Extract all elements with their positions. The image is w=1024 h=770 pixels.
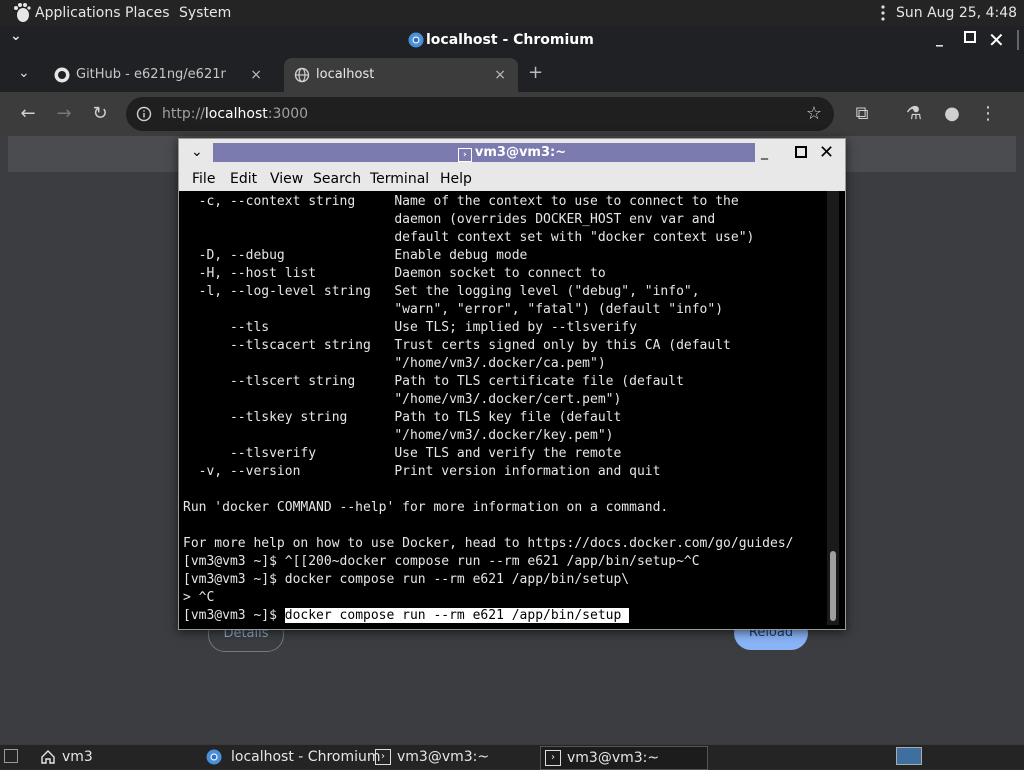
- bottom-panel: vm3 localhost - Chromium › vm3@vm3:~ › v…: [0, 744, 1024, 770]
- taskbar-label: vm3@vm3:~: [397, 749, 490, 765]
- terminal-icon: ›: [457, 148, 472, 162]
- new-tab-button[interactable]: +: [528, 58, 543, 88]
- window-menu-icon[interactable]: ⌄: [10, 28, 22, 44]
- menu-file[interactable]: File: [192, 167, 215, 191]
- minimize-icon[interactable]: _: [761, 139, 768, 165]
- tab-localhost[interactable]: localhost ×: [284, 58, 518, 92]
- workspace-label[interactable]: vm3: [62, 745, 93, 769]
- terminal-line: -H, --host list Daemon socket to connect…: [183, 266, 606, 281]
- back-icon[interactable]: ←: [14, 100, 42, 128]
- address-bar[interactable]: http://localhost:3000 ☆: [126, 97, 834, 131]
- terminal-line: "warn", "error", "fatal") (default "info…: [183, 302, 724, 317]
- terminal-line: [vm3@vm3 ~]$ ^[[200~docker compose run -…: [183, 554, 700, 569]
- browser-window-title: localhost - Chromium: [426, 32, 594, 48]
- terminal-line: -v, --version Print version information …: [183, 464, 661, 479]
- applications-menu[interactable]: Applications: [35, 0, 121, 26]
- menu-view[interactable]: View: [270, 167, 303, 191]
- terminal-line: --tlsverify Use TLS and verify the remot…: [183, 446, 622, 461]
- tab-github[interactable]: GitHub - e621ng/e621ng: e621 ×: [44, 58, 274, 92]
- terminal-line: > ^C: [183, 590, 215, 605]
- terminal-current-command[interactable]: docker compose run --rm e621 /app/bin/se…: [284, 608, 630, 623]
- terminal-scrollbar[interactable]: [827, 191, 839, 625]
- home-icon: [41, 750, 55, 764]
- reload-icon[interactable]: ↻: [86, 100, 114, 128]
- terminal-line: --tls Use TLS; implied by --tlsverify: [183, 320, 637, 335]
- terminal-menubar: File Edit View Search Terminal Help: [179, 167, 845, 191]
- menu-search[interactable]: Search: [313, 167, 361, 191]
- bookmark-star-icon[interactable]: ☆: [806, 97, 822, 131]
- maximize-icon[interactable]: [964, 31, 976, 43]
- browser-titlebar[interactable]: ⌄ localhost - Chromium _ ✕: [0, 26, 1024, 54]
- menu-dots-icon[interactable]: ⋮: [974, 100, 1002, 128]
- profile-icon[interactable]: ●: [938, 100, 966, 128]
- terminal-output[interactable]: -c, --context string Name of the context…: [183, 193, 828, 625]
- chromium-logo-icon: [206, 749, 222, 765]
- menu-edit[interactable]: Edit: [230, 167, 257, 191]
- system-menu[interactable]: System: [179, 0, 231, 26]
- terminal-window: ⌄ › vm3@vm3:~ _ ✕ File Edit View Search T…: [178, 138, 846, 630]
- extensions-icon[interactable]: ⧉: [848, 100, 876, 128]
- taskbar-item-terminal-2[interactable]: › vm3@vm3:~: [540, 746, 708, 770]
- tab-label: GitHub - e621ng/e621ng: e621: [76, 67, 226, 82]
- close-icon[interactable]: ✕: [819, 139, 834, 167]
- workspace-switcher[interactable]: [896, 747, 922, 765]
- tab-close-icon[interactable]: ×: [250, 58, 262, 92]
- window-edge: [1017, 30, 1019, 50]
- taskbar-label: localhost - Chromium: [231, 749, 381, 765]
- show-desktop-icon[interactable]: [4, 749, 18, 763]
- terminal-line: --tlscert string Path to TLS certificate…: [183, 374, 684, 389]
- close-icon[interactable]: ✕: [988, 26, 1005, 54]
- url-scheme: http://: [162, 106, 205, 122]
- terminal-line: "/home/vm3/.docker/key.pem"): [183, 428, 614, 443]
- forward-icon[interactable]: →: [50, 100, 78, 128]
- terminal-titlebar[interactable]: ⌄ › vm3@vm3:~ _ ✕: [179, 139, 845, 167]
- terminal-icon: ›: [545, 750, 561, 766]
- terminal-title: › vm3@vm3:~: [179, 139, 845, 167]
- chromium-logo-icon: [408, 32, 424, 48]
- labs-flask-icon[interactable]: ⚗: [900, 100, 928, 128]
- gnome-foot-icon[interactable]: [10, 2, 32, 24]
- places-menu[interactable]: Places: [125, 0, 170, 26]
- terminal-line: -l, --log-level string Set the logging l…: [183, 284, 700, 299]
- taskbar-item-chromium[interactable]: localhost - Chromium: [206, 746, 381, 768]
- terminal-line: Run 'docker COMMAND --help' for more inf…: [183, 500, 669, 515]
- scrollbar-thumb[interactable]: [830, 551, 836, 621]
- tab-search-icon[interactable]: ⌄: [18, 58, 30, 88]
- globe-icon: [294, 67, 310, 83]
- url-port: :3000: [267, 106, 309, 122]
- terminal-icon: ›: [375, 749, 391, 765]
- terminal-prompt: [vm3@vm3 ~]$: [183, 608, 285, 623]
- terminal-line: -c, --context string Name of the context…: [183, 194, 739, 209]
- top-panel: Applications Places System Sun Aug 25, 4…: [0, 0, 1024, 47]
- terminal-line: -D, --debug Enable debug mode: [183, 248, 528, 263]
- taskbar-label: vm3@vm3:~: [567, 750, 660, 766]
- panel-menu-icon[interactable]: [880, 4, 886, 22]
- maximize-icon[interactable]: [795, 146, 807, 158]
- terminal-title-text: vm3@vm3:~: [474, 145, 567, 160]
- url-text: http://localhost:3000: [162, 97, 308, 131]
- tab-strip: ⌄ GitHub - e621ng/e621ng: e621 × localho…: [0, 54, 1024, 92]
- terminal-line: daemon (overrides DOCKER_HOST env var an…: [183, 212, 716, 227]
- terminal-line: default context set with "docker context…: [183, 230, 755, 245]
- terminal-line: "/home/vm3/.docker/ca.pem"): [183, 356, 606, 371]
- terminal-line: --tlskey string Path to TLS key file (de…: [183, 410, 622, 425]
- menu-terminal[interactable]: Terminal: [370, 167, 429, 191]
- minimize-icon[interactable]: _: [936, 26, 943, 52]
- terminal-prompt-line[interactable]: [vm3@vm3 ~]$ docker compose run --rm e62…: [183, 607, 828, 625]
- tab-label: localhost: [316, 67, 375, 82]
- browser-toolbar: ← → ↻ http://localhost:3000 ☆ ⧉ ⚗ ● ⋮: [0, 92, 1024, 136]
- info-icon[interactable]: [136, 106, 152, 122]
- terminal-line: For more help on how to use Docker, head…: [183, 536, 794, 551]
- url-host: localhost: [204, 106, 268, 122]
- taskbar-item-terminal-1[interactable]: › vm3@vm3:~: [375, 746, 525, 768]
- tab-close-icon[interactable]: ×: [494, 58, 506, 92]
- github-icon: [54, 67, 70, 83]
- menu-help[interactable]: Help: [440, 167, 472, 191]
- terminal-line: "/home/vm3/.docker/cert.pem"): [183, 392, 622, 407]
- terminal-line: --tlscacert string Trust certs signed on…: [183, 338, 731, 353]
- terminal-line: [vm3@vm3 ~]$ docker compose run --rm e62…: [183, 572, 630, 587]
